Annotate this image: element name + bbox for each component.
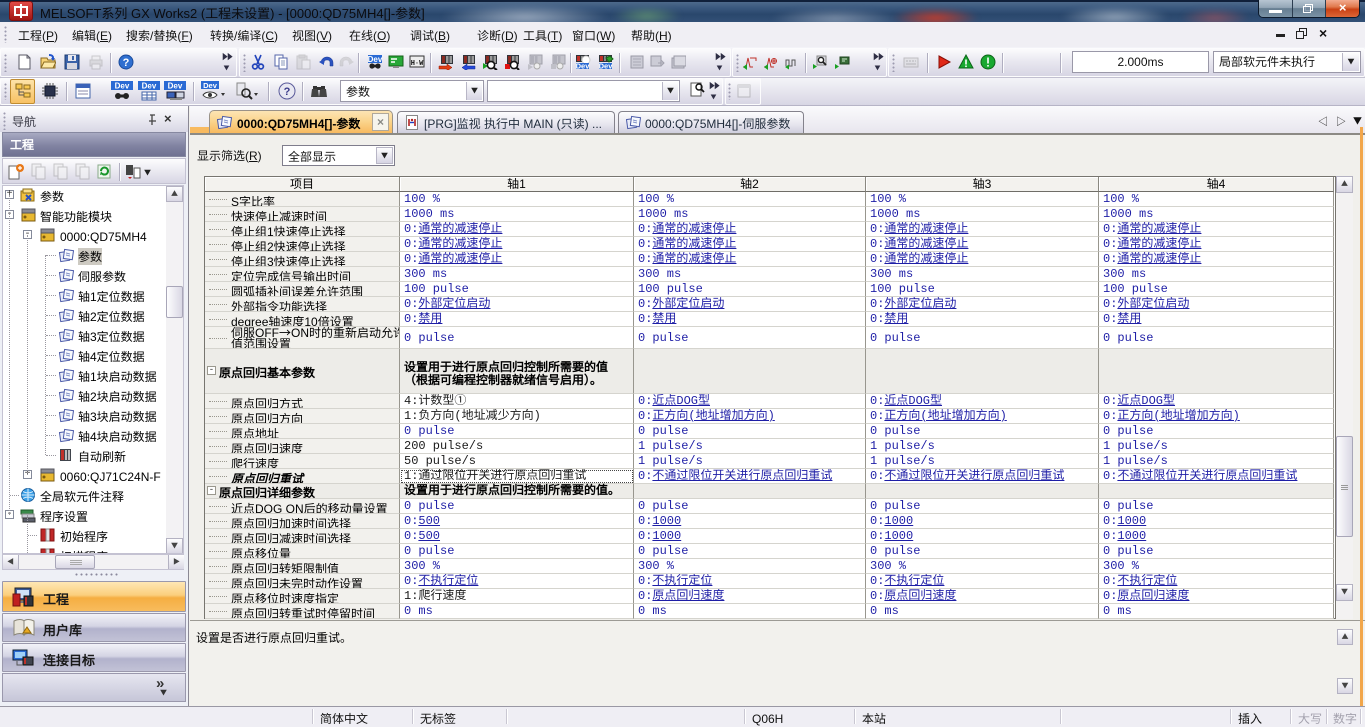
svg-text:Dev: Dev <box>203 81 218 90</box>
svg-text:Dev: Dev <box>368 55 383 64</box>
svg-text:Dev: Dev <box>576 62 591 71</box>
svg-text:Dev: Dev <box>115 82 130 91</box>
svg-text:Dev: Dev <box>168 82 183 91</box>
svg-text:Dev: Dev <box>142 82 157 91</box>
svg-text:?: ? <box>123 57 130 69</box>
svg-text:?: ? <box>284 86 291 98</box>
svg-text:Dev: Dev <box>599 62 614 71</box>
svg-text:H·W: H·W <box>411 60 424 68</box>
